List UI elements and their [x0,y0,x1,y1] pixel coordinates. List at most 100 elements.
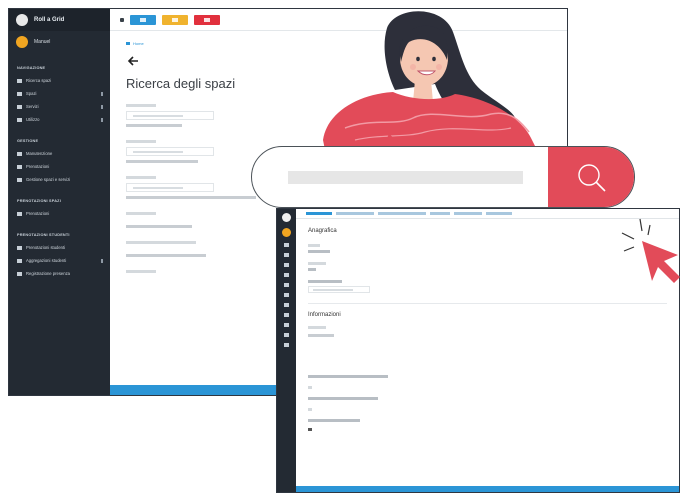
user-profile[interactable]: Manuel [9,31,110,53]
field-label [308,375,388,378]
filter-select[interactable] [126,147,214,156]
check-icon[interactable] [284,343,289,347]
field-label [126,140,156,143]
app-brand[interactable]: Roll a Grid [9,9,110,31]
field-label [308,419,360,422]
sidebar-section-title: PRENOTAZIONI STUDENTI [17,233,70,237]
user-avatar[interactable] [282,228,291,237]
sidebar-item-prenotazioni-studenti[interactable]: Prenotazioni studenti [9,241,110,254]
chevron-right-icon [101,117,103,122]
sidebar-item-label: Aggregazioni studenti [26,258,67,263]
wrench-icon [17,151,22,156]
service-icon [17,104,22,109]
chart-icon[interactable] [284,273,289,277]
search-icon[interactable] [284,243,289,247]
collapsed-sidebar [277,209,296,492]
section-title-informazioni: Informazioni [308,312,341,318]
toolbar-button-icon [140,17,146,22]
sidebar: Roll a Grid Manuel NAVIGAZIONE Ricerca s… [9,9,110,395]
filter-select[interactable] [126,183,214,192]
field-help [126,254,206,257]
sidebar-item-label: Prenotazioni studenti [26,245,66,250]
tab-active[interactable] [306,212,332,215]
divider [308,303,667,304]
breadcrumb-home[interactable]: Home [133,41,144,46]
field-help [126,124,182,127]
sidebar-item-label: Ricerca spazi [26,78,52,83]
sidebar-section-title: GESTIONE [17,139,39,143]
home-icon [126,42,130,45]
search-button[interactable] [548,147,634,207]
user-name: Manuel [34,39,51,45]
sidebar-item-prenotazioni[interactable]: Prenotazioni [9,160,110,173]
field-label [126,212,156,215]
search-bar[interactable] [251,146,635,208]
toolbar-button-icon [172,17,178,22]
field-value [308,408,312,411]
field-label [308,280,342,283]
app-logo-icon [16,14,28,26]
app-name: Roll a Grid [34,17,65,23]
toolbar-yellow-button[interactable] [162,14,188,25]
calendar-icon[interactable] [284,313,289,317]
check-icon [17,271,22,276]
calendar-icon [17,211,22,216]
field-help [126,225,192,228]
calendar-icon [17,164,22,169]
toolbar-blue-button[interactable] [130,14,156,25]
field-label [308,262,326,265]
building-icon[interactable] [284,253,289,257]
checkbox[interactable] [308,428,312,431]
tab[interactable] [378,212,426,215]
list-icon[interactable] [284,303,289,307]
sidebar-item-registrazione[interactable]: Registrazione presenza [9,267,110,280]
toolbar-red-button[interactable] [194,14,220,25]
sidebar-item-label: Servizi [26,104,39,109]
sidebar-item-prenotazioni-spazi[interactable]: Prenotazioni [9,207,110,220]
sidebar-item-label: Manutenzione [26,151,53,156]
sidebar-item-spazi[interactable]: Spazi [9,87,110,100]
arrow-left-icon [127,56,138,66]
list-icon [17,177,22,182]
search-icon [17,245,22,250]
menu-toggle-icon[interactable] [120,17,124,22]
search-icon[interactable] [284,323,289,327]
footer-bar [296,486,679,492]
field-label [308,326,326,329]
wrench-icon[interactable] [284,283,289,287]
field-label [126,270,156,273]
tab[interactable] [430,212,450,215]
sidebar-section-title: NAVIGAZIONE [17,66,46,70]
sidebar-item-label: Utilizzo [26,117,40,122]
calendar-icon[interactable] [284,293,289,297]
users-icon[interactable] [284,333,289,337]
sidebar-item-aggregazioni[interactable]: Aggregazioni studenti [9,254,110,267]
tab[interactable] [454,212,482,215]
service-icon[interactable] [284,263,289,267]
search-icon [17,78,22,83]
chart-icon [17,117,22,122]
chevron-right-icon [101,91,103,96]
field-value [308,268,316,271]
sidebar-item-label: Registrazione presenza [26,271,70,276]
tab[interactable] [336,212,374,215]
toolbar-button-icon [204,17,210,22]
sidebar-item-manutenzione[interactable]: Manutenzione [9,147,110,160]
search-input[interactable] [288,171,523,184]
sidebar-item-servizi[interactable]: Servizi [9,100,110,113]
sidebar-item-label: Prenotazioni [26,211,50,216]
responsible-select[interactable] [308,286,370,293]
sidebar-item-label: Prenotazioni [26,164,50,169]
filter-select[interactable] [126,111,214,120]
chevron-right-icon [101,258,103,263]
sidebar-item-utilizzo[interactable]: Utilizzo [9,113,110,126]
app-logo-icon[interactable] [282,213,291,222]
field-value [308,250,330,253]
sidebar-item-ricerca-spazi[interactable]: Ricerca spazi [9,74,110,87]
sidebar-item-gestione[interactable]: Gestione spazi e servizi [9,173,110,186]
sidebar-item-label: Spazi [26,91,37,96]
sidebar-section-title: PRENOTAZIONI SPAZI [17,199,61,203]
sidebar-item-label: Gestione spazi e servizi [26,177,71,182]
field-value [308,386,312,389]
tab[interactable] [486,212,512,215]
